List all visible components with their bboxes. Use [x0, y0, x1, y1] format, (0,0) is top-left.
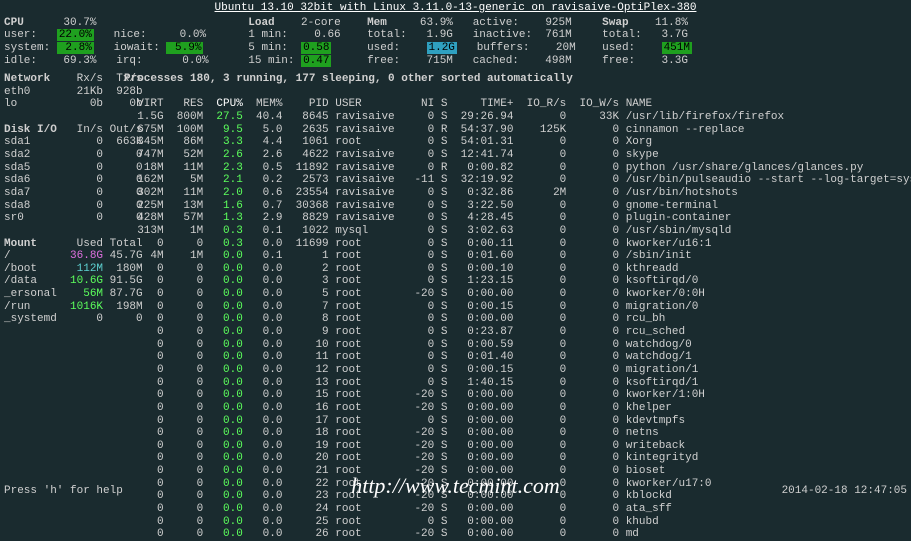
- summary-panel: CPU 30.7% user: 22.0% nice: 0.0% system:…: [0, 17, 911, 68]
- process-table: Processes 180, 3 running, 177 sleeping, …: [124, 73, 911, 541]
- page-title: Ubuntu 13.10 32bit with Linux 3.11.0-13-…: [0, 0, 911, 17]
- timestamp: 2014-02-18 12:47:05: [782, 485, 907, 498]
- help-hint: Press 'h' for help: [4, 485, 123, 498]
- left-stats: Network Rx/s Tx/s eth0 21Kb 928b lo 0b 0…: [4, 73, 124, 326]
